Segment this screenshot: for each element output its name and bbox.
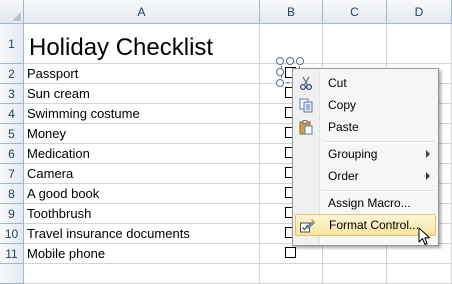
cell[interactable] bbox=[260, 264, 323, 284]
cell[interactable] bbox=[387, 264, 452, 284]
select-all-triangle-icon bbox=[12, 12, 21, 21]
menu-item-order[interactable]: Order bbox=[295, 165, 436, 187]
menu-item-assign-macro[interactable]: Assign Macro... bbox=[295, 192, 436, 214]
item-cell-sun-cream[interactable]: Sun cream bbox=[24, 84, 260, 104]
column-header-c[interactable]: C bbox=[323, 0, 387, 24]
paste-icon bbox=[299, 120, 313, 135]
menu-item-format-control[interactable]: Format Control... bbox=[295, 214, 436, 236]
item-cell-book[interactable]: A good book bbox=[24, 184, 260, 204]
menu-item-cut-label: Cut bbox=[328, 76, 347, 90]
row-header-3[interactable]: 3 bbox=[0, 84, 24, 104]
menu-item-copy[interactable]: Copy bbox=[295, 94, 436, 116]
column-header-a[interactable]: A bbox=[24, 0, 260, 24]
row-header-1[interactable]: 1 bbox=[0, 24, 24, 64]
submenu-arrow-icon bbox=[426, 150, 430, 158]
menu-item-grouping[interactable]: Grouping bbox=[295, 143, 436, 165]
cell[interactable] bbox=[323, 264, 387, 284]
column-header-b[interactable]: B bbox=[260, 0, 323, 24]
resize-handle-left[interactable] bbox=[276, 68, 284, 76]
item-cell-money[interactable]: Money bbox=[24, 124, 260, 144]
row-header-12[interactable] bbox=[0, 264, 24, 284]
submenu-arrow-icon bbox=[426, 172, 430, 180]
menu-item-order-label: Order bbox=[328, 169, 359, 183]
item-cell-mobile-phone[interactable]: Mobile phone bbox=[24, 244, 260, 264]
checkbox-mobile-phone[interactable] bbox=[285, 247, 296, 258]
menu-item-paste-label: Paste bbox=[328, 120, 359, 134]
cell[interactable] bbox=[323, 24, 387, 64]
context-menu: Cut Copy Paste Grouping Order Assign Mac… bbox=[292, 68, 439, 246]
select-all-corner[interactable] bbox=[0, 0, 24, 24]
row-header-9[interactable]: 9 bbox=[0, 204, 24, 224]
cell[interactable] bbox=[323, 244, 387, 264]
cell[interactable] bbox=[387, 244, 452, 264]
item-cell-toothbrush[interactable]: Toothbrush bbox=[24, 204, 260, 224]
row-header-8[interactable]: 8 bbox=[0, 184, 24, 204]
row-header-10[interactable]: 10 bbox=[0, 224, 24, 244]
cell[interactable] bbox=[387, 24, 452, 64]
menu-item-grouping-label: Grouping bbox=[328, 147, 378, 161]
cell[interactable] bbox=[24, 264, 260, 284]
menu-item-copy-label: Copy bbox=[328, 98, 357, 112]
row-header-2[interactable]: 2 bbox=[0, 64, 24, 84]
menu-item-cut[interactable]: Cut bbox=[295, 72, 436, 94]
row-header-7[interactable]: 7 bbox=[0, 164, 24, 184]
resize-handle-bottom-left[interactable] bbox=[276, 79, 284, 87]
item-cell-passport[interactable]: Passport bbox=[24, 64, 260, 84]
menu-item-assign-macro-label: Assign Macro... bbox=[328, 196, 411, 210]
row-header-5[interactable]: 5 bbox=[0, 124, 24, 144]
row-header-6[interactable]: 6 bbox=[0, 144, 24, 164]
scissors-icon bbox=[299, 76, 313, 91]
row-header-11[interactable]: 11 bbox=[0, 244, 24, 264]
item-cell-medication[interactable]: Medication bbox=[24, 144, 260, 164]
resize-handle-top-left[interactable] bbox=[276, 57, 284, 65]
mouse-pointer-icon bbox=[418, 227, 430, 245]
menu-item-format-control-label: Format Control... bbox=[329, 218, 420, 232]
item-cell-travel-insurance[interactable]: Travel insurance documents bbox=[24, 224, 260, 244]
spreadsheet: A B C D 1 2 3 4 5 6 7 8 9 10 11 Holiday … bbox=[0, 0, 452, 284]
row-header-4[interactable]: 4 bbox=[0, 104, 24, 124]
menu-item-paste[interactable]: Paste bbox=[295, 116, 436, 138]
title-cell[interactable]: Holiday Checklist bbox=[24, 24, 260, 64]
item-cell-camera[interactable]: Camera bbox=[24, 164, 260, 184]
resize-handle-top-right[interactable] bbox=[296, 57, 304, 65]
copy-icon bbox=[299, 98, 313, 113]
item-cell-swimming-costume[interactable]: Swimming costume bbox=[24, 104, 260, 124]
column-header-d[interactable]: D bbox=[387, 0, 452, 24]
resize-handle-top[interactable] bbox=[286, 57, 294, 65]
format-control-icon bbox=[300, 218, 315, 233]
